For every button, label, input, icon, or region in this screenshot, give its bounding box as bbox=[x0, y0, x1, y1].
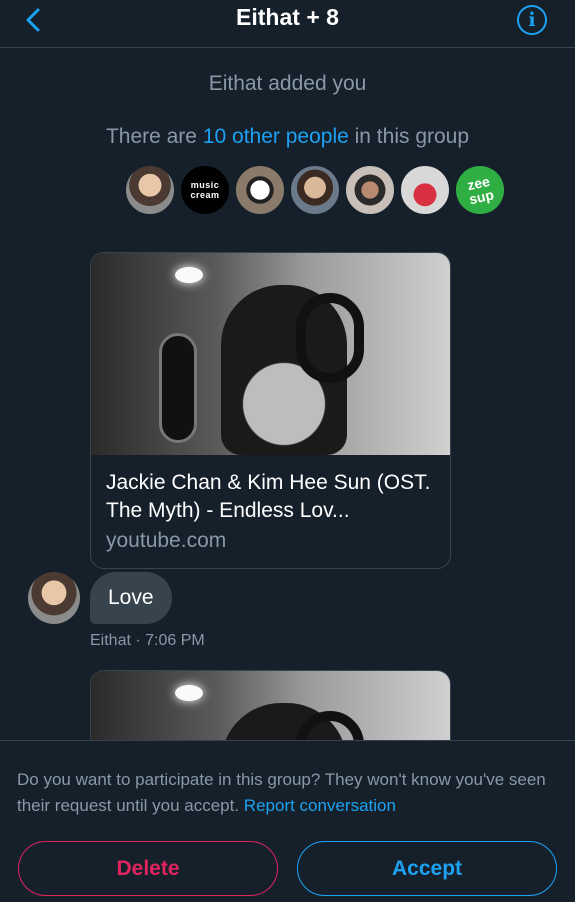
avatar[interactable] bbox=[399, 164, 451, 216]
delete-button[interactable]: Delete bbox=[18, 841, 278, 896]
info-icon[interactable]: i bbox=[517, 5, 547, 35]
conversation-title: Eithat + 8 bbox=[236, 4, 339, 30]
request-prompt: Do you want to participate in this group… bbox=[17, 770, 546, 815]
conversation-header: Eithat + 8 i bbox=[0, 0, 575, 48]
accept-button[interactable]: Accept bbox=[297, 841, 557, 896]
avatar[interactable]: zee sup bbox=[449, 159, 511, 221]
sender-avatar[interactable] bbox=[28, 572, 80, 624]
sender-name: Eithat bbox=[90, 632, 131, 649]
message-bubble: Love bbox=[90, 572, 172, 624]
request-footer: Do you want to participate in this group… bbox=[0, 740, 575, 902]
message-meta: Eithat · 7:06 PM bbox=[90, 632, 205, 649]
avatar[interactable] bbox=[289, 164, 341, 216]
added-notice: Eithat added you bbox=[208, 72, 367, 95]
report-conversation-link[interactable]: Report conversation bbox=[244, 796, 396, 815]
video-thumbnail bbox=[91, 253, 450, 455]
video-thumbnail bbox=[91, 671, 450, 750]
avatar[interactable] bbox=[124, 164, 176, 216]
link-preview-card[interactable] bbox=[90, 670, 451, 750]
avatar[interactable]: music cream bbox=[179, 164, 231, 216]
link-preview-card[interactable]: Jackie Chan & Kim Hee Sun (OST. The Myth… bbox=[90, 252, 451, 569]
card-title: Jackie Chan & Kim Hee Sun (OST. The Myth… bbox=[106, 471, 431, 522]
other-people-link[interactable]: 10 other people bbox=[203, 125, 349, 148]
card-domain: youtube.com bbox=[106, 529, 227, 552]
member-avatars: music cream zee sup bbox=[124, 159, 511, 221]
message-time: 7:06 PM bbox=[145, 632, 205, 649]
avatar[interactable] bbox=[344, 164, 396, 216]
group-members-notice: There are 10 other people in this group bbox=[105, 125, 470, 148]
chevron-left-icon[interactable] bbox=[20, 6, 48, 34]
avatar[interactable] bbox=[234, 164, 286, 216]
